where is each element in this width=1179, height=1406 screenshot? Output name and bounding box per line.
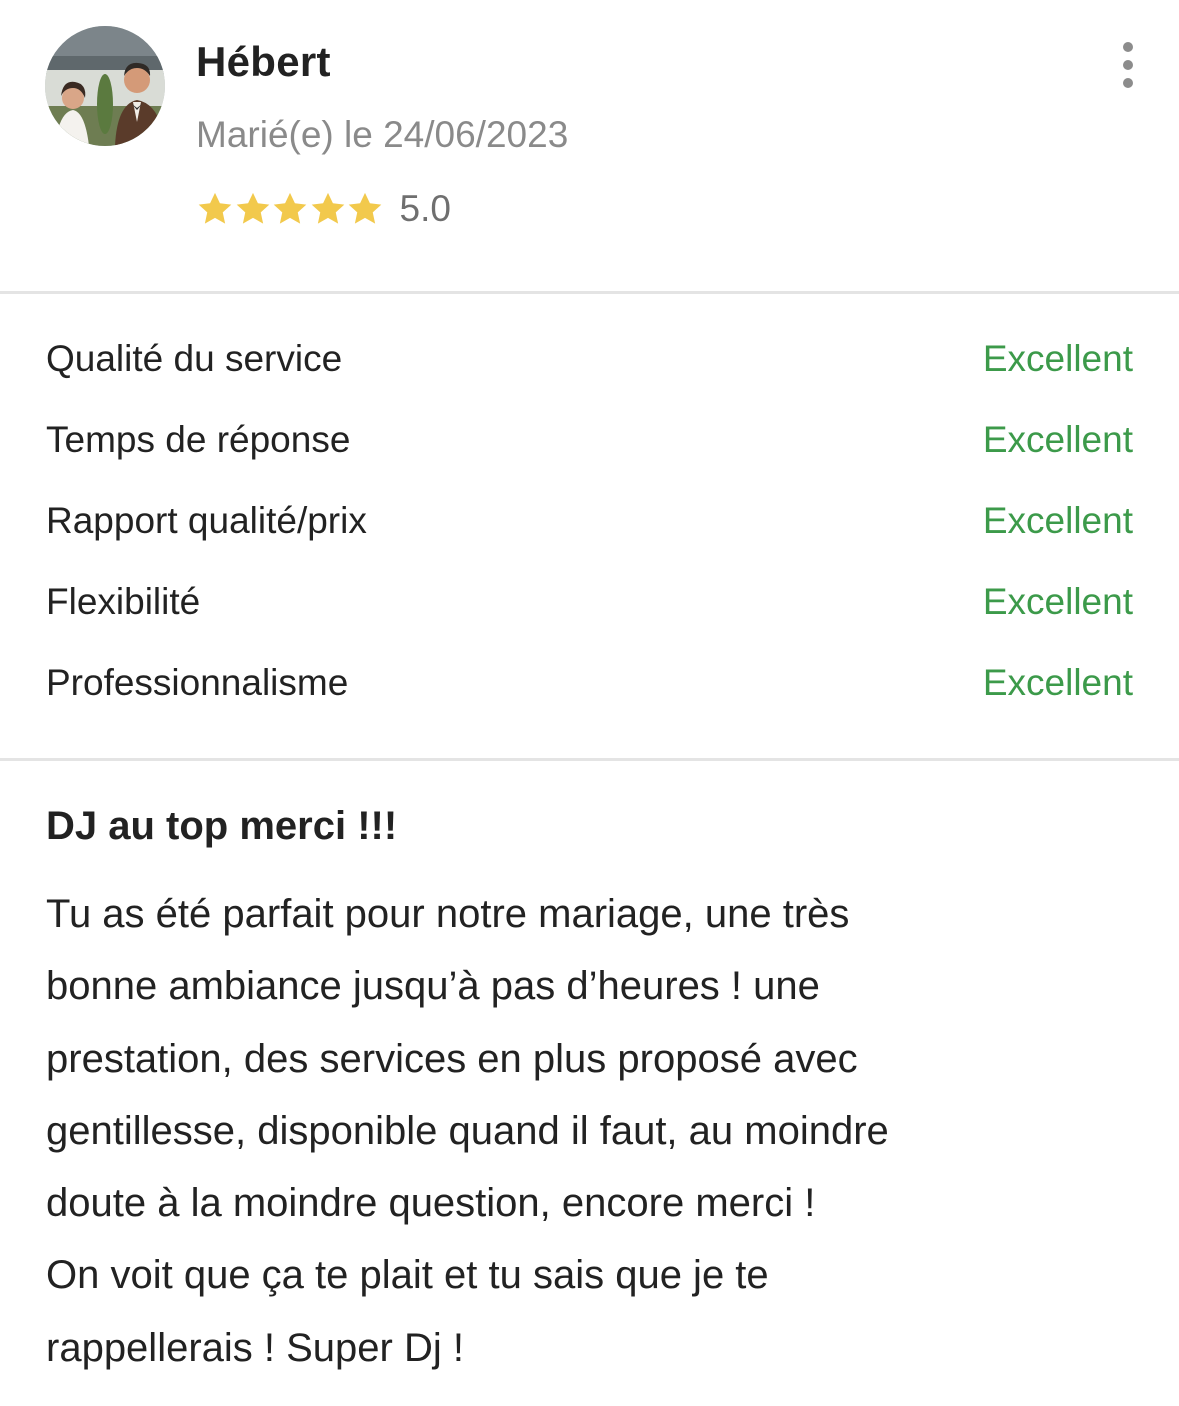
- star-icon: [348, 192, 382, 224]
- overall-rating: 5.0: [196, 186, 451, 232]
- criterion-row: Flexibilité Excellent: [0, 565, 1179, 646]
- divider: [0, 291, 1179, 294]
- criterion-row: Rapport qualité/prix Excellent: [0, 484, 1179, 565]
- married-date: Marié(e) le 24/06/2023: [196, 114, 569, 155]
- divider: [0, 758, 1179, 761]
- star-icon: [273, 192, 307, 224]
- vertical-dots-icon: [1123, 42, 1133, 52]
- criterion-row: Qualité du service Excellent: [0, 322, 1179, 403]
- author-avatar[interactable]: [45, 26, 165, 146]
- more-options-button[interactable]: [1108, 42, 1148, 88]
- criterion-label: Qualité du service: [46, 338, 343, 379]
- criterion-label: Professionnalisme: [46, 662, 349, 703]
- criterion-row: Professionnalisme Excellent: [0, 646, 1179, 727]
- star-icon: [236, 192, 269, 224]
- criterion-value: Excellent: [982, 419, 1133, 460]
- criterion-label: Temps de réponse: [46, 419, 351, 460]
- criterion-label: Rapport qualité/prix: [46, 500, 367, 541]
- author-name: Hébert: [196, 38, 331, 85]
- criteria-list: Qualité du service Excellent Temps de ré…: [0, 322, 1179, 727]
- criterion-value: Excellent: [982, 662, 1133, 703]
- criterion-value: Excellent: [982, 500, 1133, 541]
- criterion-value: Excellent: [982, 581, 1133, 622]
- criterion-value: Excellent: [982, 338, 1133, 379]
- rating-value: 5.0: [399, 188, 451, 229]
- review-header: Hébert Marié(e) le 24/06/2023 5.0: [0, 0, 1179, 292]
- criterion-label: Flexibilité: [46, 581, 201, 622]
- star-rating: [196, 190, 384, 228]
- vertical-dots-icon: [1123, 78, 1133, 88]
- review-title: DJ au top merci !!!: [46, 804, 398, 848]
- vertical-dots-icon: [1123, 60, 1133, 70]
- review-body: Tu as été parfait pour notre mariage, un…: [46, 892, 889, 1370]
- couple-photo-avatar: [45, 26, 165, 146]
- criterion-row: Temps de réponse Excellent: [0, 403, 1179, 484]
- star-icon: [311, 192, 344, 224]
- star-icon: [198, 192, 232, 224]
